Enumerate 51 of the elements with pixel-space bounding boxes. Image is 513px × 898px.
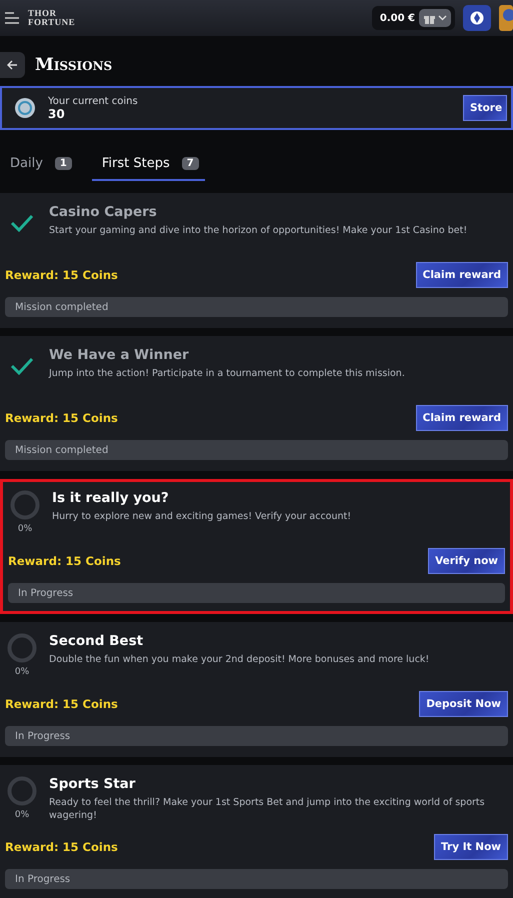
caret-icon [438, 15, 447, 21]
menu-icon[interactable] [4, 11, 20, 25]
mission-action-button[interactable]: Claim reward [416, 405, 508, 432]
reward-text: Reward: 15 Coins [5, 697, 118, 712]
mission-description: Hurry to explore new and exciting games! Verify your account! [52, 510, 352, 523]
progress-percent: 0% [14, 667, 30, 677]
gift-dropdown[interactable] [419, 9, 451, 27]
store-button[interactable]: Store [463, 95, 507, 121]
mission-description: Double the fun when you make your 2nd deposit! More bonuses and more luck! [49, 653, 430, 666]
mission-title: Casino Capers [49, 204, 158, 220]
mission-title: Sports Star [49, 776, 136, 792]
check-icon [10, 214, 34, 232]
mission-title: Second Best [49, 633, 144, 649]
account-button[interactable] [463, 5, 491, 31]
mission-action-button[interactable]: Verify now [428, 548, 505, 574]
progress-ring-icon [10, 490, 40, 520]
page-title: Missions [35, 55, 112, 75]
mission-title: Is it really you? [52, 490, 170, 506]
mission-status-bar: Mission completed [5, 297, 508, 317]
reward-text: Reward: 15 Coins [5, 268, 118, 282]
coins-label: Your current coins [48, 96, 139, 106]
mission-description: Jump into the action! Participate in a tournament to complete this mission. [49, 367, 405, 380]
tab[interactable]: First Steps 7 [92, 152, 205, 181]
logo-text: FORTUNE [28, 18, 76, 27]
progress-ring-icon [7, 633, 37, 663]
mission-action-button[interactable]: Claim reward [416, 262, 508, 288]
back-button[interactable] [0, 52, 25, 78]
mission-status-bar: In Progress [5, 869, 508, 889]
count-badge: 1 [54, 157, 72, 170]
tab[interactable]: Daily 1 [10, 152, 78, 181]
progress-percent: 0% [14, 810, 30, 820]
mission-action-button[interactable]: Deposit Now [419, 691, 508, 718]
balance-amount: 0.00 € [380, 12, 415, 24]
logo-text: THOR [28, 9, 58, 18]
coin-icon [14, 97, 36, 119]
back-arrow-icon [7, 60, 18, 70]
progress-ring-icon [7, 776, 37, 806]
mission-status-bar: In Progress [8, 583, 505, 603]
mission-description: Ready to feel the thrill? Make your 1st Sports Bet and jump into the exciting world of sports wagering! [49, 796, 486, 822]
count-badge: 7 [182, 157, 199, 170]
mission-title: We Have a Winner [49, 347, 190, 363]
reward-text: Reward: 15 Coins [5, 840, 118, 854]
mission-status-bar: In Progress [5, 726, 508, 746]
coins-value: 30 [48, 106, 66, 120]
reward-text: Reward: 15 Coins [8, 554, 121, 568]
reward-text: Reward: 15 Coins [5, 411, 118, 426]
mission-action-button[interactable]: Try It Now [434, 834, 508, 860]
progress-percent: 0% [18, 524, 32, 534]
mission-description: Start your gaming and dive into the horizon of opportunities! Make your 1st Casino bet! [49, 224, 468, 237]
mission-status-bar: Mission completed [5, 440, 508, 460]
check-icon [10, 357, 34, 375]
